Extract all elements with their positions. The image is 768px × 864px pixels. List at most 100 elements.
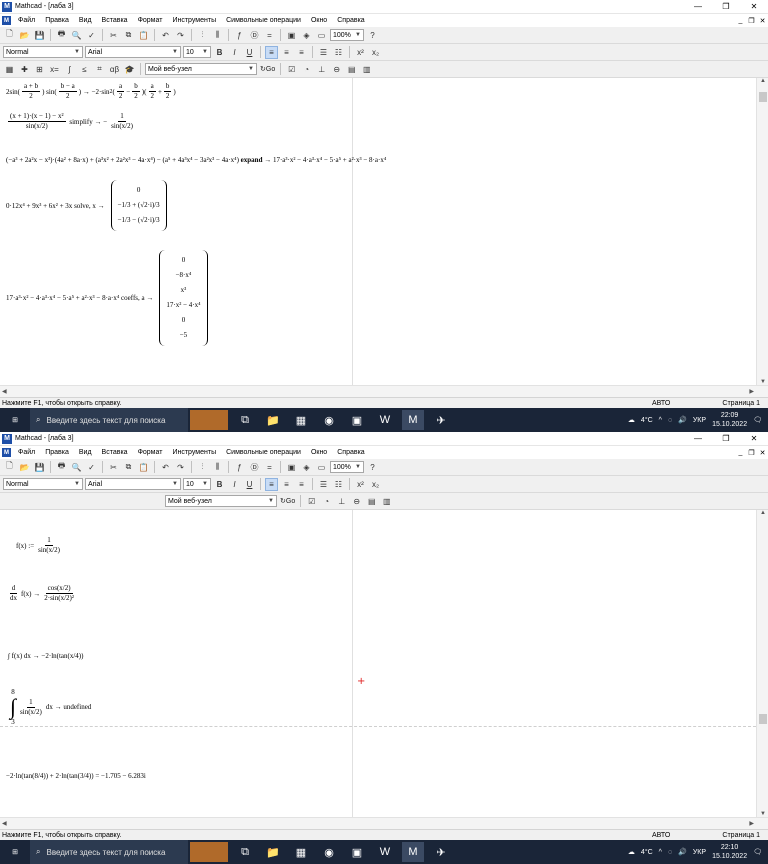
- font-combo[interactable]: Arial ▼: [85, 46, 181, 58]
- doc-close-button[interactable]: ✕: [757, 449, 768, 457]
- windows-start-icon[interactable]: ⊞: [0, 408, 30, 432]
- redo-icon[interactable]: ↷: [174, 29, 187, 42]
- resources-combo[interactable]: Мой веб-узел ▼: [165, 495, 277, 507]
- new-file-icon[interactable]: 🗋: [3, 29, 16, 42]
- close-button[interactable]: ✕: [740, 434, 768, 443]
- taskbar-search[interactable]: ⌕ Введите здесь текст для поиска: [30, 408, 188, 432]
- wps-office-icon[interactable]: W: [374, 410, 396, 430]
- insert-function-icon[interactable]: ƒ: [233, 29, 246, 42]
- calculus-palette-icon[interactable]: ∫: [63, 63, 76, 76]
- paste-icon[interactable]: 📋: [137, 29, 150, 42]
- file-explorer-icon[interactable]: 📁: [262, 842, 284, 862]
- align-center-icon[interactable]: ≡: [280, 478, 293, 491]
- doc-minimize-button[interactable]: _: [735, 17, 746, 24]
- trace-icon[interactable]: ◔: [300, 63, 313, 76]
- telegram-icon[interactable]: ✈: [430, 842, 452, 862]
- doc-minimize-button[interactable]: _: [735, 449, 746, 456]
- scroll-thumb[interactable]: [759, 714, 767, 724]
- style-combo[interactable]: Normal ▼: [3, 46, 83, 58]
- menu-edit[interactable]: Правка: [40, 17, 74, 24]
- programming-palette-icon[interactable]: ⌗: [93, 63, 106, 76]
- expr-trig-identity[interactable]: 2sin(a + b 2) sin(b − a 2) → −2·sin 2(a 2− b 2…: [6, 82, 176, 101]
- worksheet[interactable]: + f(x) := 1 sin(x/2) d dx f(x) → cos(x/2) 2…: [0, 510, 756, 817]
- evaluation-palette-icon[interactable]: x=: [48, 63, 61, 76]
- network-icon[interactable]: ◌: [668, 849, 672, 856]
- menu-help[interactable]: Справка: [332, 17, 369, 24]
- horizontal-scrollbar[interactable]: ◀ ▶: [0, 817, 768, 829]
- subscript-icon[interactable]: x₂: [369, 478, 382, 491]
- open-folder-icon[interactable]: 📂: [18, 461, 31, 474]
- insert-component-icon[interactable]: ▣: [285, 29, 298, 42]
- search-highlight-image[interactable]: [190, 842, 228, 862]
- superscript-icon[interactable]: x²: [354, 46, 367, 59]
- volume-icon[interactable]: 🔊: [678, 416, 687, 424]
- menu-insert[interactable]: Вставка: [97, 449, 133, 456]
- horizontal-scrollbar[interactable]: ◀ ▶: [0, 385, 768, 397]
- weather-icon[interactable]: ☁: [628, 416, 635, 424]
- zoom-combo[interactable]: 100% ▼: [330, 29, 364, 41]
- copy-icon[interactable]: ⧉: [122, 461, 135, 474]
- greek-palette-icon[interactable]: αβ: [108, 63, 121, 76]
- font-combo[interactable]: Arial ▼: [85, 478, 181, 490]
- menu-format[interactable]: Формат: [133, 17, 168, 24]
- zoom-app-icon[interactable]: ▣: [346, 410, 368, 430]
- taskbar-clock[interactable]: 22:09 15.10.2022: [712, 411, 747, 429]
- volume-icon[interactable]: 🔊: [678, 848, 687, 856]
- expr-definite-integral[interactable]: 8 ∫ 3 1 sin(x/2) dx → undefined: [10, 688, 91, 726]
- output-window-icon[interactable]: ▥: [380, 495, 393, 508]
- notifications-icon[interactable]: 🗨: [753, 416, 762, 424]
- align-left-icon[interactable]: ≡: [265, 477, 278, 491]
- notifications-icon[interactable]: 🗨: [753, 848, 762, 856]
- menu-help[interactable]: Справка: [332, 449, 369, 456]
- menu-symbolics[interactable]: Символьные операции: [221, 449, 306, 456]
- step-into-icon[interactable]: ⊖: [350, 495, 363, 508]
- align-left-icon[interactable]: ≡: [265, 45, 278, 59]
- menu-edit[interactable]: Правка: [40, 449, 74, 456]
- step-icon[interactable]: ⊥: [315, 63, 328, 76]
- redo-icon[interactable]: ↷: [174, 461, 187, 474]
- zoom-app-icon[interactable]: ▣: [346, 842, 368, 862]
- align-vertical-icon[interactable]: ⫼: [211, 461, 224, 474]
- undo-icon[interactable]: ↶: [159, 461, 172, 474]
- minimize-button[interactable]: —: [684, 2, 712, 11]
- bullets-icon[interactable]: ☰: [317, 46, 330, 59]
- output-window-icon[interactable]: ▥: [360, 63, 373, 76]
- paste-icon[interactable]: 📋: [137, 461, 150, 474]
- cut-icon[interactable]: ✂: [107, 29, 120, 42]
- menu-format[interactable]: Формат: [133, 449, 168, 456]
- input-language[interactable]: УКР: [693, 417, 706, 424]
- minimize-button[interactable]: —: [684, 434, 712, 443]
- expr-derivative[interactable]: d dx f(x) → cos(x/2) 2·sin(x/2)²: [6, 584, 78, 603]
- subscript-icon[interactable]: x₂: [369, 46, 382, 59]
- scroll-left-icon[interactable]: ◀: [2, 388, 7, 395]
- insert-unit-icon[interactable]: Ⓓ: [248, 461, 261, 474]
- task-view-icon[interactable]: ⧉: [234, 842, 256, 862]
- scroll-right-icon[interactable]: ▶: [749, 388, 754, 395]
- align-right-icon[interactable]: ≡: [295, 46, 308, 59]
- store-icon[interactable]: ▦: [290, 410, 312, 430]
- help-icon[interactable]: ?: [366, 29, 379, 42]
- spellcheck-icon[interactable]: ✓: [85, 461, 98, 474]
- graph-palette-icon[interactable]: ✚: [18, 63, 31, 76]
- expr-define-f[interactable]: f(x) := 1 sin(x/2): [16, 536, 64, 555]
- close-button[interactable]: ✕: [740, 2, 768, 11]
- save-icon[interactable]: 💾: [33, 461, 46, 474]
- italic-button[interactable]: I: [228, 478, 241, 491]
- vertical-scrollbar[interactable]: ▲ ▼: [756, 510, 768, 817]
- print-icon[interactable]: 🖶: [55, 461, 68, 474]
- menu-insert[interactable]: Вставка: [97, 17, 133, 24]
- expr-numeric-eval[interactable]: −2·ln(tan(8/4)) + 2·ln(tan(3/4)) = −1.70…: [6, 772, 146, 780]
- menu-window[interactable]: Окно: [306, 449, 332, 456]
- document-icon[interactable]: M: [2, 16, 11, 25]
- go-button[interactable]: ↻ Go: [279, 495, 296, 508]
- expr-simplify[interactable]: (x + 1)·(x − 1) − x² sin(x/2) simplify → …: [6, 112, 137, 131]
- trace-icon[interactable]: ◔: [320, 495, 333, 508]
- scroll-thumb[interactable]: [759, 92, 767, 102]
- document-icon[interactable]: M: [2, 448, 11, 457]
- chrome-icon[interactable]: ◉: [318, 842, 340, 862]
- calculate-icon[interactable]: =: [263, 461, 276, 474]
- save-icon[interactable]: 💾: [33, 29, 46, 42]
- menu-view[interactable]: Вид: [74, 17, 97, 24]
- scroll-right-icon[interactable]: ▶: [749, 820, 754, 827]
- symbolic-palette-icon[interactable]: 🎓: [123, 63, 136, 76]
